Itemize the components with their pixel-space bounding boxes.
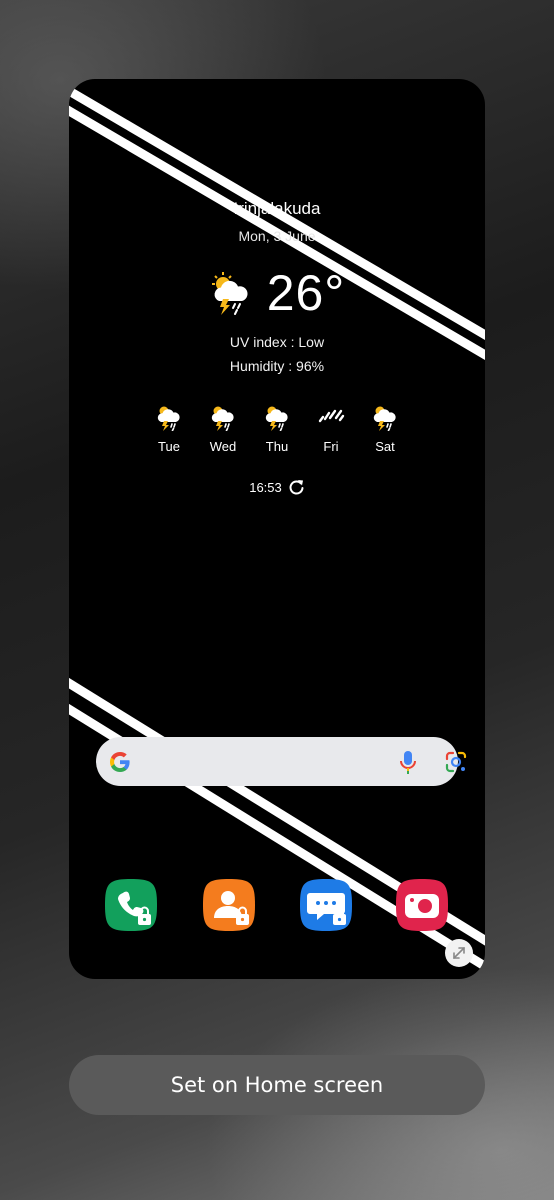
messages-app-icon[interactable] — [298, 877, 354, 933]
microphone-icon[interactable] — [396, 749, 420, 775]
thunder-rain-icon — [265, 406, 288, 431]
forecast-day: Thu — [257, 403, 297, 454]
home-screen-preview[interactable]: Irinjalakuda Mon, 3 June 26° UV index : … — [69, 79, 485, 979]
forecast-day: Fri — [311, 403, 351, 454]
google-search-bar[interactable] — [96, 737, 467, 786]
forecast-day-label: Thu — [265, 439, 289, 454]
humidity: Humidity : 96% — [229, 358, 325, 374]
contacts-app-icon[interactable] — [201, 877, 257, 933]
forecast-day-label: Fri — [323, 439, 339, 454]
current-temperature: 26° — [266, 265, 346, 321]
thunder-rain-icon — [373, 406, 396, 431]
camera-app-icon[interactable] — [394, 877, 450, 933]
forecast-day-label: Wed — [209, 439, 237, 454]
uv-index: UV index : Low — [229, 334, 325, 350]
expand-arrows-icon — [453, 947, 465, 959]
weather-updated[interactable]: 16:53 — [69, 479, 485, 496]
set-on-home-screen-button[interactable]: Set on Home screen — [69, 1055, 485, 1115]
resize-handle-button[interactable] — [445, 939, 473, 967]
current-weather[interactable]: 26° — [69, 265, 485, 321]
rain-icon — [318, 409, 345, 423]
google-lens-icon[interactable] — [444, 750, 468, 774]
updated-time: 16:53 — [249, 480, 282, 495]
forecast-day: Tue — [149, 403, 189, 454]
forecast-day: Sat — [365, 403, 405, 454]
forecast-row[interactable]: Tue Wed Thu Fri Sat — [149, 403, 405, 454]
weather-date: Mon, 3 June — [238, 228, 316, 244]
refresh-icon[interactable] — [288, 479, 305, 496]
forecast-day-label: Sat — [375, 439, 395, 454]
weather-city: Irinjalakuda — [233, 199, 321, 218]
google-g-icon — [110, 752, 130, 772]
forecast-day-label: Tue — [158, 439, 180, 454]
thunder-rain-icon — [211, 272, 248, 315]
thunder-rain-icon — [211, 406, 234, 431]
forecast-day: Wed — [203, 403, 243, 454]
thunder-rain-icon — [157, 406, 180, 431]
phone-app-icon[interactable] — [103, 877, 159, 933]
